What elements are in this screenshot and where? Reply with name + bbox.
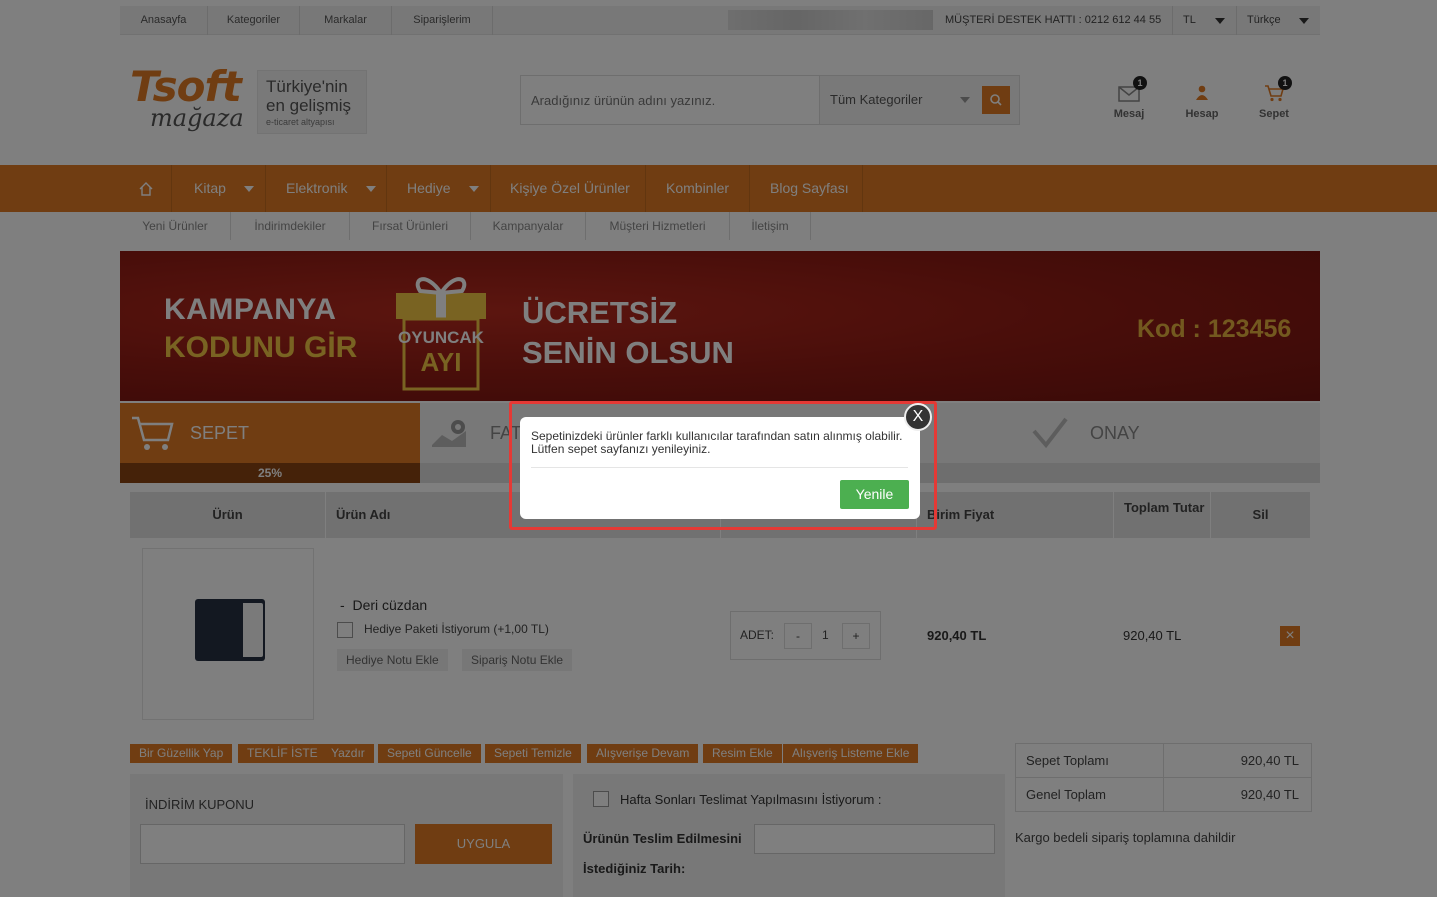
dialog-close-button[interactable]: X bbox=[904, 403, 932, 431]
refresh-button[interactable]: Yenile bbox=[840, 480, 909, 509]
refresh-cart-dialog: Sepetinizdeki ürünler farklı kullanıcıla… bbox=[520, 417, 920, 519]
close-icon: X bbox=[912, 408, 924, 425]
dialog-message: Sepetinizdeki ürünler farklı kullanıcıla… bbox=[531, 429, 903, 456]
